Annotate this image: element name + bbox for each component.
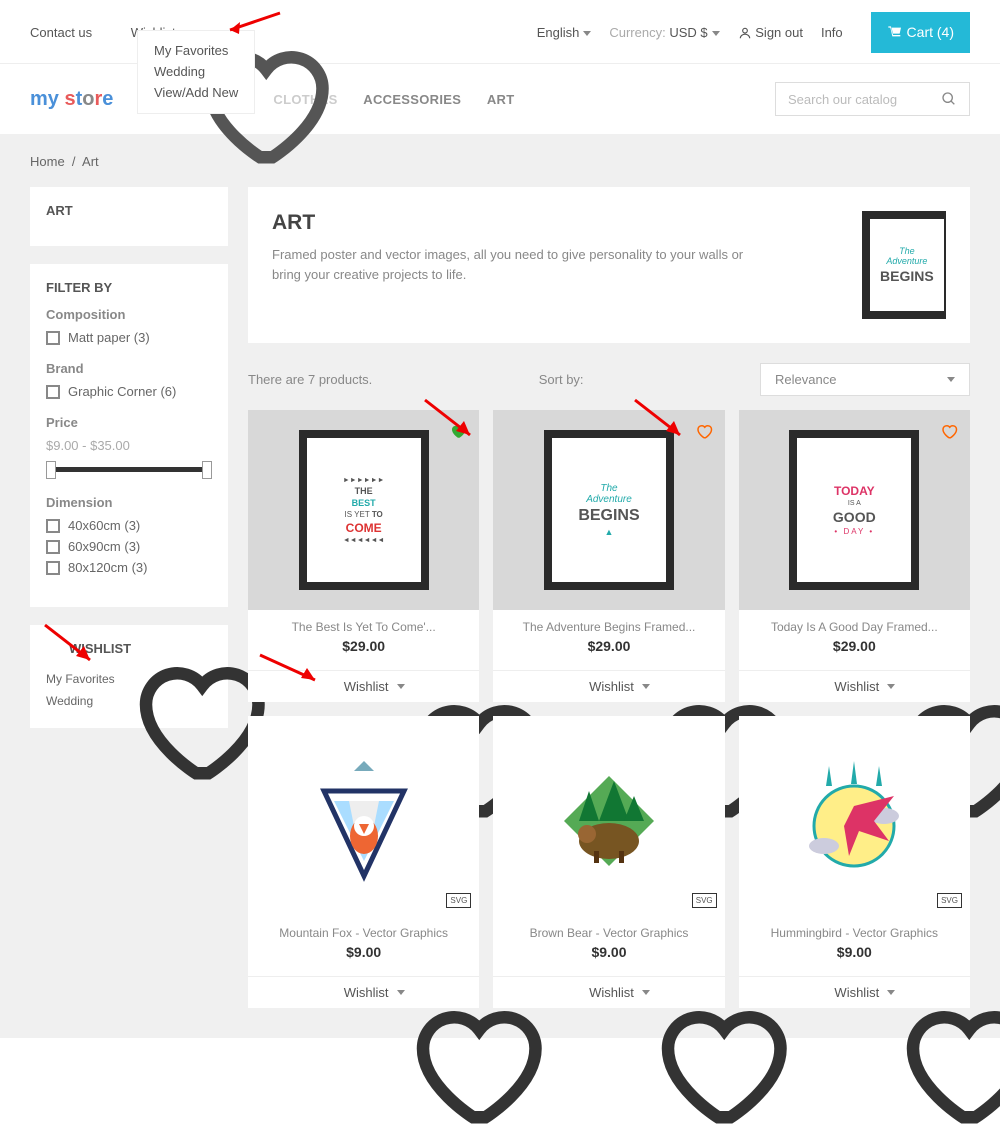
wishlist-sidebar: WISHLIST My Favorites Wedding [30, 625, 228, 728]
add-wishlist-button[interactable]: Wishlist [739, 976, 970, 1008]
add-wishlist-button[interactable]: Wishlist [248, 670, 479, 702]
hero-title: ART [272, 211, 842, 235]
language-select[interactable]: English [537, 25, 592, 40]
contact-link[interactable]: Contact us [30, 25, 92, 40]
filter-d3[interactable]: 80x120cm (3) [46, 560, 212, 575]
product-card[interactable]: ►►►►►►THEBESTIS YET TOCOME◄◄◄◄◄◄ The Bes… [248, 410, 479, 702]
filter-d1[interactable]: 40x60cm (3) [46, 518, 212, 533]
logo[interactable]: my store [30, 88, 113, 111]
filter-graphic[interactable]: Graphic Corner (6) [46, 384, 212, 399]
sort-select[interactable]: Relevance [760, 363, 970, 396]
hero-image: TheAdventureBEGINS [862, 211, 946, 319]
sidebar: ART FILTER BY Composition Matt paper (3)… [30, 187, 228, 1008]
breadcrumb-home[interactable]: Home [30, 154, 65, 169]
main-content: Home / Art ART FILTER BY Composition Mat… [0, 134, 1000, 1038]
info-link[interactable]: Info [821, 25, 843, 40]
cart-button[interactable]: Cart (4) [871, 12, 970, 53]
wishlist-heart-icon[interactable] [940, 422, 958, 440]
add-wishlist-button[interactable]: Wishlist [739, 670, 970, 702]
currency-select[interactable]: Currency: USD $ [609, 25, 719, 40]
filter-d2[interactable]: 60x90cm (3) [46, 539, 212, 554]
product-card[interactable]: TODAYIS AGOOD• DAY • Today Is A Good Day… [739, 410, 970, 702]
search-input[interactable]: Search our catalog [775, 82, 970, 116]
product-card[interactable]: SVG Hummingbird - Vector Graphics$9.00 W… [739, 716, 970, 1008]
filter-box: FILTER BY Composition Matt paper (3) Bra… [30, 264, 228, 607]
wishlist-heart-icon[interactable] [449, 422, 467, 440]
add-wishlist-button[interactable]: Wishlist [493, 976, 724, 1008]
product-card[interactable]: SVG Brown Bear - Vector Graphics$9.00 Wi… [493, 716, 724, 1008]
product-card[interactable]: TheAdventureBEGINS▲ The Adventure Begins… [493, 410, 724, 702]
add-wishlist-button[interactable]: Wishlist [493, 670, 724, 702]
wishlist-heart-icon[interactable] [695, 422, 713, 440]
product-card[interactable]: SVG Mountain Fox - Vector Graphics$9.00 … [248, 716, 479, 1008]
category-title-box: ART [30, 187, 228, 246]
hero-desc: Framed poster and vector images, all you… [272, 245, 752, 284]
add-wishlist-button[interactable]: Wishlist [248, 976, 479, 1008]
heart-icon [46, 642, 60, 656]
search-icon [941, 91, 957, 107]
dropdown-item[interactable]: View/Add New [154, 83, 238, 104]
list-bar: There are 7 products. Sort by: Relevance [248, 363, 970, 396]
dropdown-item[interactable]: My Favorites [154, 41, 238, 62]
wishlist-dropdown: My Favorites Wedding View/Add New [137, 30, 255, 114]
breadcrumb-art[interactable]: Art [82, 154, 99, 169]
product-grid: ►►►►►►THEBESTIS YET TOCOME◄◄◄◄◄◄ The Bes… [248, 410, 970, 1008]
topbar: Contact us Wishlist My Favorites Wedding… [0, 0, 1000, 64]
signout-link[interactable]: Sign out [738, 25, 803, 41]
dropdown-item[interactable]: Wedding [154, 62, 238, 83]
product-content: ART Framed poster and vector images, all … [248, 187, 970, 1008]
heart-icon [110, 26, 124, 40]
category-hero: ART Framed poster and vector images, all … [248, 187, 970, 343]
nav-art[interactable]: ART [487, 92, 515, 107]
filter-matt[interactable]: Matt paper (3) [46, 330, 212, 345]
price-slider[interactable] [46, 461, 212, 479]
